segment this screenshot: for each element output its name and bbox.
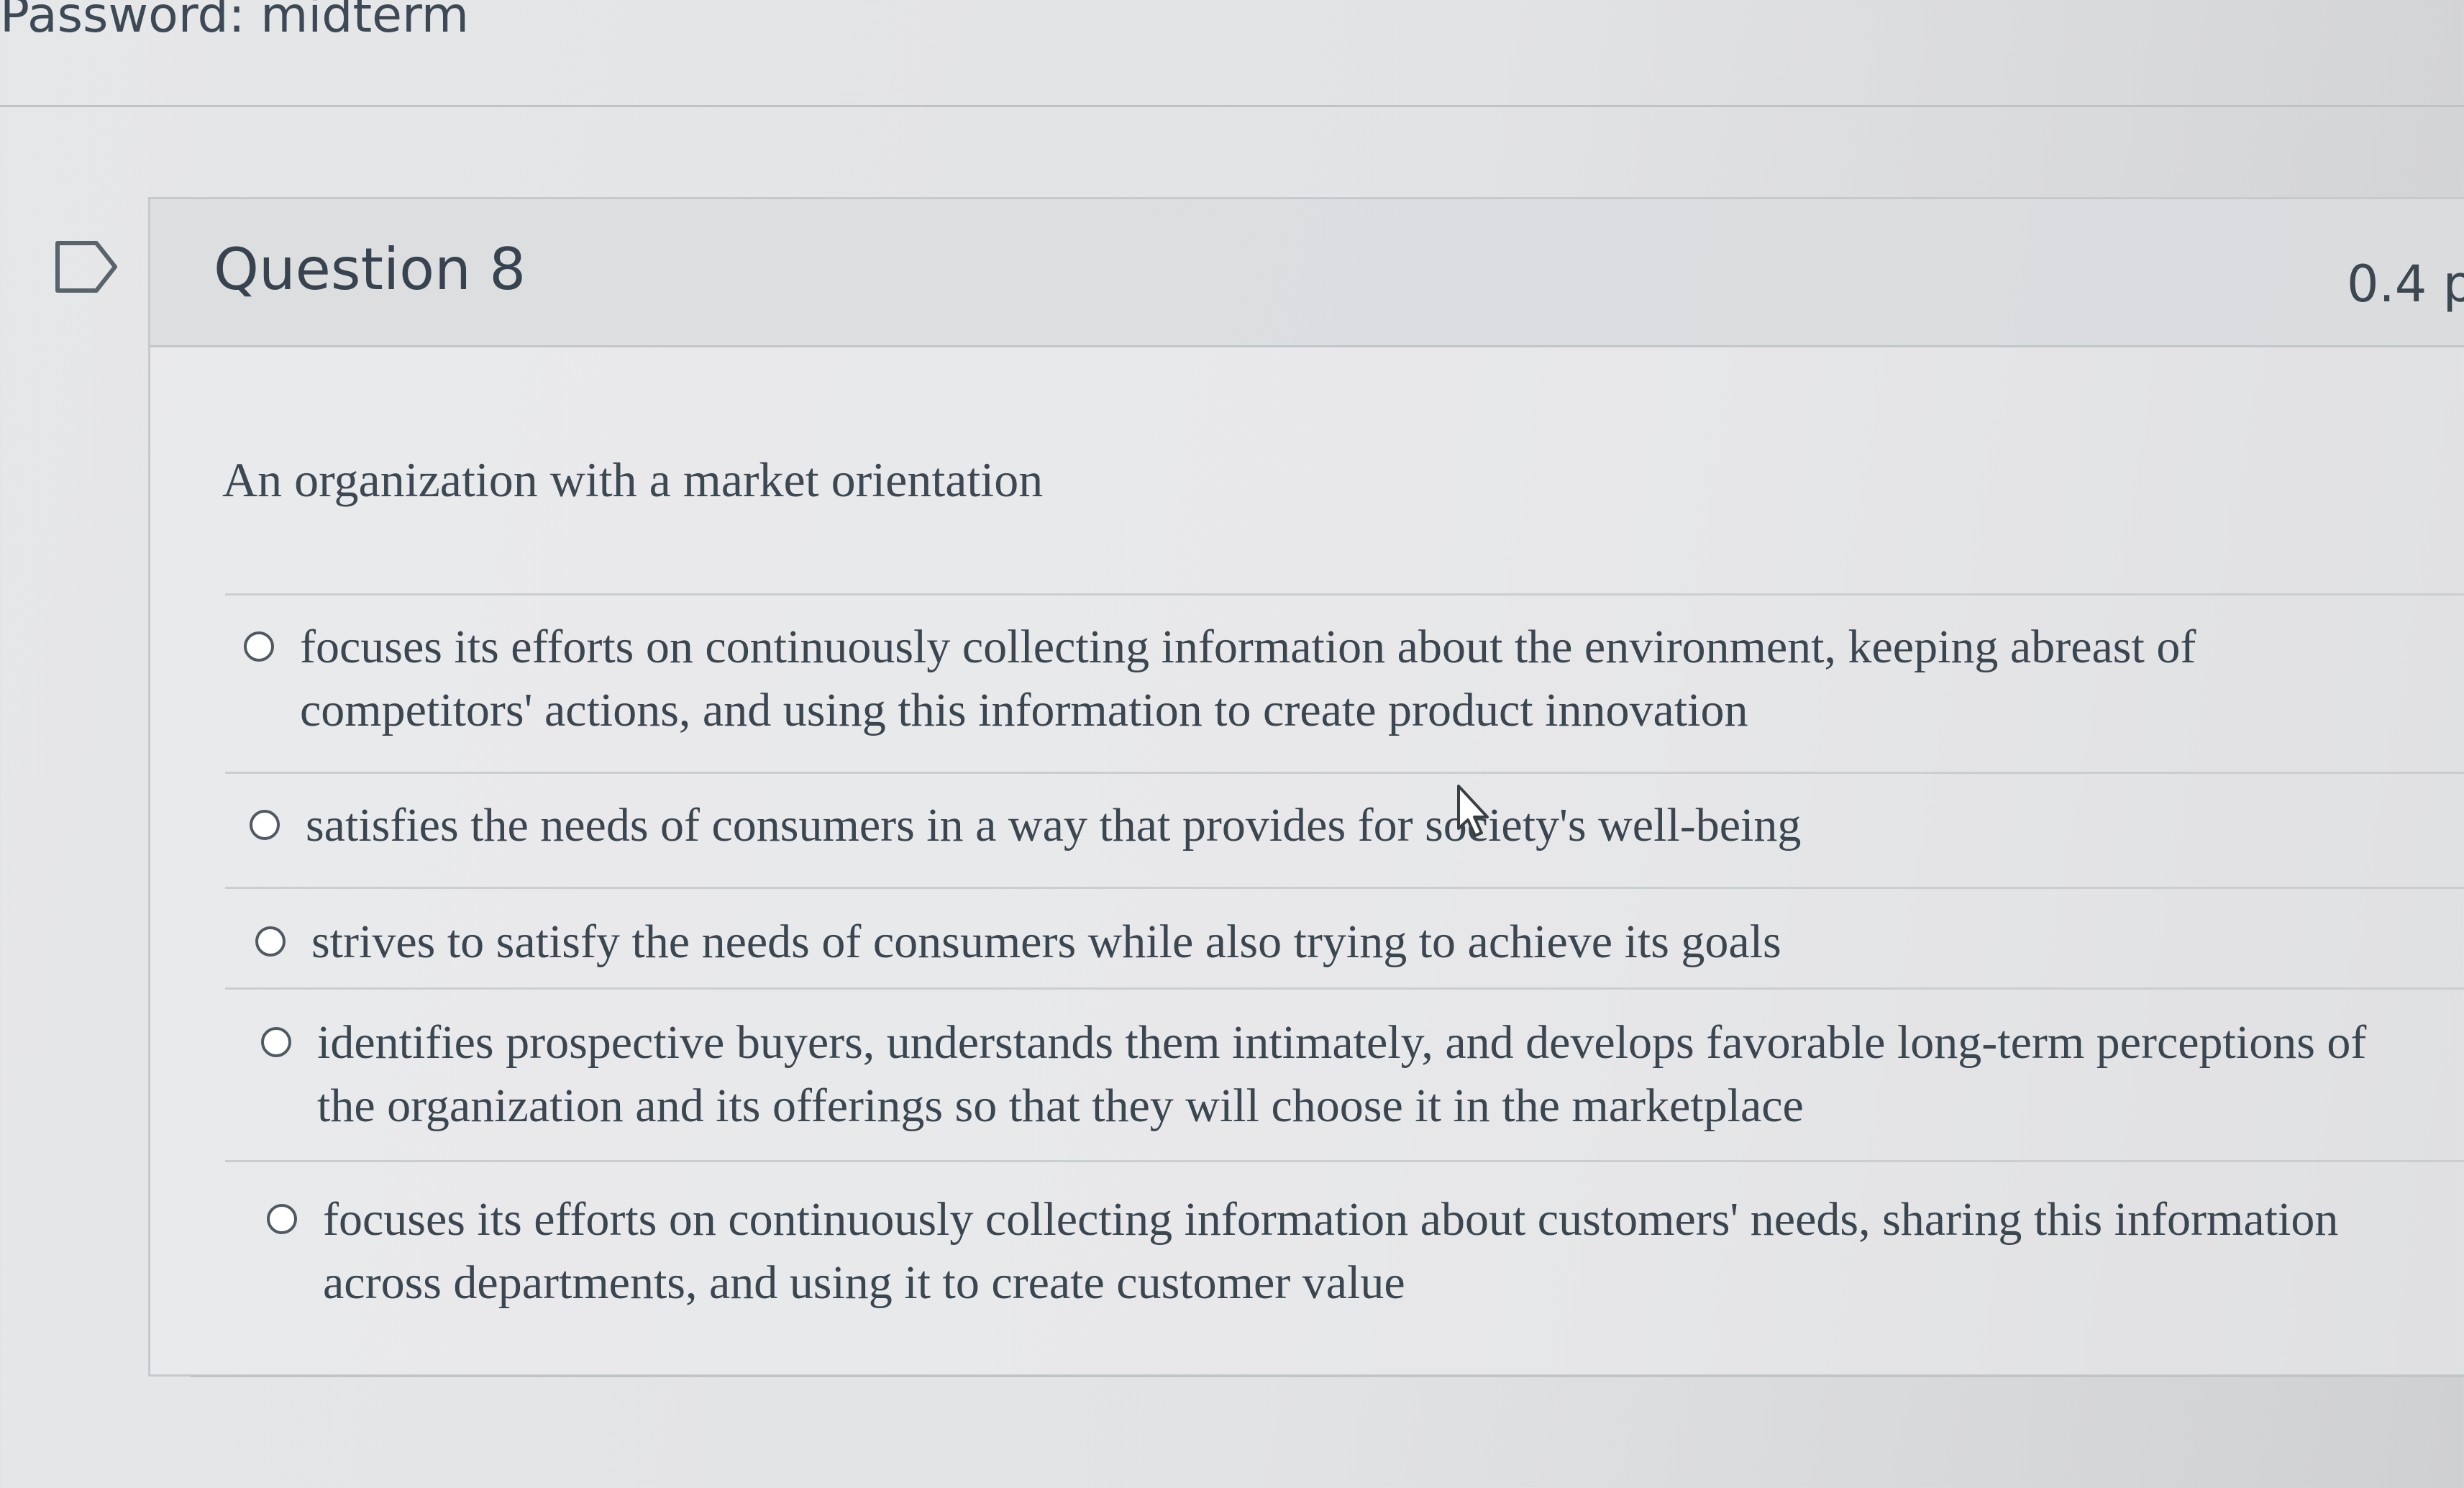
answer-text-line: across departments, and using it to crea… — [323, 1256, 1405, 1309]
question-prompt: An organization with a market orientatio… — [222, 452, 1044, 507]
radio-button[interactable] — [261, 1027, 291, 1057]
flag-question-icon[interactable] — [55, 240, 118, 293]
radio-button[interactable] — [250, 810, 280, 840]
answer-option[interactable]: focuses its efforts on continuously coll… — [225, 593, 2464, 772]
radio-button[interactable] — [244, 631, 274, 662]
question-title: Question 8 — [214, 236, 526, 303]
divider — [0, 105, 2464, 107]
answer-option[interactable]: focuses its efforts on continuously coll… — [225, 1160, 2464, 1376]
mouse-pointer-icon — [1457, 785, 1489, 837]
radio-button[interactable] — [267, 1204, 297, 1234]
answer-text-line: satisfies the needs of consumers in a wa… — [306, 799, 1802, 852]
answer-text-line: competitors' actions, and using this inf… — [300, 684, 1748, 736]
answer-option[interactable]: satisfies the needs of consumers in a wa… — [225, 772, 2464, 887]
answer-label[interactable]: identifies prospective buyers, understan… — [317, 1011, 2366, 1138]
question-card: Question 8 0.4 p An organization with a … — [148, 197, 2464, 1377]
answer-list: focuses its efforts on continuously coll… — [225, 593, 2464, 1376]
answer-label[interactable]: focuses its efforts on continuously coll… — [323, 1188, 2338, 1315]
password-text: Password: midterm — [0, 0, 469, 44]
answer-text-line: identifies prospective buyers, understan… — [317, 1016, 2367, 1069]
divider — [190, 1375, 2464, 1377]
question-points: 0.4 p — [2347, 255, 2464, 314]
radio-button[interactable] — [255, 926, 286, 957]
answer-text-line: focuses its efforts on continuously coll… — [300, 621, 2196, 673]
question-header: Question 8 0.4 p — [150, 199, 2464, 347]
answer-text-line: the organization and its offerings so th… — [317, 1080, 1804, 1132]
answer-label[interactable]: strives to satisfy the needs of consumer… — [311, 910, 1781, 974]
answer-text-line: focuses its efforts on continuously coll… — [323, 1193, 2339, 1246]
answer-option[interactable]: strives to satisfy the needs of consumer… — [225, 887, 2464, 987]
answer-label[interactable]: focuses its efforts on continuously coll… — [300, 616, 2196, 742]
answer-option[interactable]: identifies prospective buyers, understan… — [225, 987, 2464, 1160]
answer-label[interactable]: satisfies the needs of consumers in a wa… — [306, 794, 1801, 857]
answer-text-line: strives to satisfy the needs of consumer… — [311, 916, 1781, 968]
